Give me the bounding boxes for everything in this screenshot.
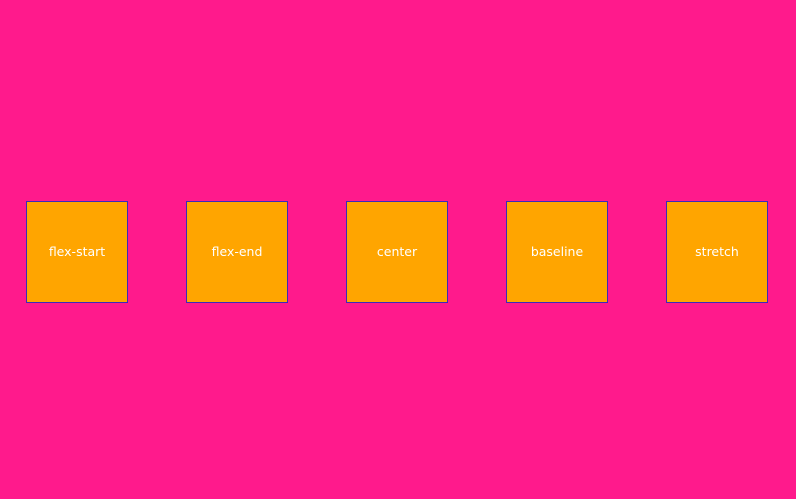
box-center: center [346, 201, 448, 303]
box-baseline: baseline [506, 201, 608, 303]
box-label: stretch [695, 243, 739, 259]
box-flex-end: flex-end [186, 201, 288, 303]
box-stretch: stretch [666, 201, 768, 303]
box-label: center [376, 243, 418, 259]
box-label: baseline [530, 243, 584, 259]
box-label: flex-end [211, 243, 263, 259]
box-flex-start: flex-start [26, 201, 128, 303]
box-label: flex-start [48, 243, 106, 259]
flex-demo-row: flex-start flex-end center baseline stre… [0, 0, 796, 499]
